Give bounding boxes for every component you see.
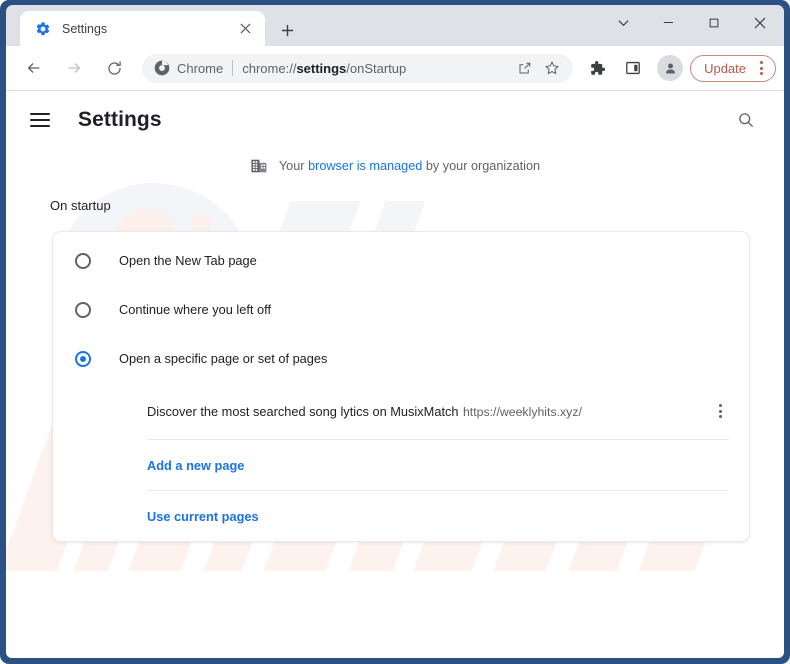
url-prefix: chrome:// bbox=[242, 61, 296, 76]
radio-indicator[interactable] bbox=[75, 253, 91, 269]
omnibox-divider bbox=[232, 60, 233, 76]
startup-page-texts: Discover the most searched song lytics o… bbox=[147, 402, 705, 421]
radio-label: Open a specific page or set of pages bbox=[119, 351, 327, 366]
add-new-page-row[interactable]: Add a new page bbox=[53, 440, 749, 490]
hamburger-menu-icon[interactable] bbox=[30, 108, 54, 132]
settings-page: Settings bbox=[6, 91, 784, 658]
minimize-icon[interactable] bbox=[646, 6, 691, 40]
managed-browser-banner: Your browser is managed by your organiza… bbox=[6, 157, 784, 175]
new-tab-button[interactable] bbox=[274, 17, 300, 43]
browser-toolbar: Chrome chrome://settings/onStartup bbox=[6, 46, 784, 91]
three-dot-menu-icon[interactable] bbox=[705, 396, 735, 426]
chevron-down-icon[interactable] bbox=[601, 6, 646, 40]
browser-window-inner: Settings bbox=[6, 5, 784, 658]
search-icon[interactable] bbox=[730, 104, 762, 136]
radio-indicator[interactable] bbox=[75, 302, 91, 318]
radio-indicator[interactable] bbox=[75, 351, 91, 367]
use-current-pages-row[interactable]: Use current pages bbox=[53, 491, 749, 541]
chrome-logo-icon bbox=[154, 60, 170, 76]
managed-browser-link[interactable]: browser is managed bbox=[308, 159, 422, 173]
managed-suffix: by your organization bbox=[422, 159, 540, 173]
window-controls bbox=[601, 5, 784, 40]
startup-page-title: Discover the most searched song lytics o… bbox=[147, 404, 459, 419]
tab-title: Settings bbox=[62, 22, 235, 36]
star-icon[interactable] bbox=[539, 55, 565, 81]
puzzle-icon[interactable] bbox=[582, 53, 612, 83]
radio-label: Continue where you left off bbox=[119, 302, 271, 317]
side-panel-icon[interactable] bbox=[618, 53, 648, 83]
settings-header: Settings bbox=[6, 91, 784, 149]
managed-prefix: Your bbox=[279, 159, 308, 173]
add-new-page-link[interactable]: Add a new page bbox=[147, 458, 244, 473]
use-current-pages-link[interactable]: Use current pages bbox=[147, 509, 259, 524]
section-label-on-startup: On startup bbox=[50, 198, 111, 213]
maximize-icon[interactable] bbox=[691, 6, 736, 40]
startup-page-row: Discover the most searched song lytics o… bbox=[53, 383, 749, 439]
address-bar[interactable]: Chrome chrome://settings/onStartup bbox=[142, 54, 573, 83]
close-window-icon[interactable] bbox=[736, 6, 784, 40]
browser-tab-settings[interactable]: Settings bbox=[20, 11, 265, 46]
share-icon[interactable] bbox=[511, 55, 537, 81]
back-button[interactable] bbox=[19, 53, 49, 83]
on-startup-card: Open the New Tab page Continue where you… bbox=[52, 231, 750, 542]
startup-page-url: https://weeklyhits.xyz/ bbox=[463, 405, 582, 419]
office-building-icon bbox=[250, 157, 268, 175]
managed-banner-text: Your browser is managed by your organiza… bbox=[279, 159, 540, 173]
url-suffix: /onStartup bbox=[346, 61, 406, 76]
settings-content: Settings bbox=[6, 91, 784, 658]
radio-label: Open the New Tab page bbox=[119, 253, 257, 268]
gear-icon bbox=[34, 20, 51, 37]
radio-option-continue-where-left-off[interactable]: Continue where you left off bbox=[53, 285, 749, 334]
three-dot-menu-icon[interactable] bbox=[751, 57, 771, 79]
avatar[interactable] bbox=[657, 55, 683, 81]
update-button[interactable]: Update bbox=[690, 55, 776, 82]
close-icon[interactable] bbox=[235, 19, 255, 39]
forward-button[interactable] bbox=[59, 53, 89, 83]
radio-option-specific-pages[interactable]: Open a specific page or set of pages bbox=[53, 334, 749, 383]
omnibox-chip-label: Chrome bbox=[177, 61, 223, 76]
page-title: Settings bbox=[78, 108, 162, 132]
reload-button[interactable] bbox=[99, 53, 129, 83]
radio-option-new-tab-page[interactable]: Open the New Tab page bbox=[53, 236, 749, 285]
omnibox-chrome-chip: Chrome bbox=[154, 60, 223, 76]
browser-window: Settings bbox=[0, 0, 790, 664]
tab-strip: Settings bbox=[6, 5, 784, 46]
omnibox-url-text: chrome://settings/onStartup bbox=[242, 61, 509, 76]
update-label: Update bbox=[704, 61, 746, 76]
url-bold-segment: settings bbox=[296, 61, 346, 76]
